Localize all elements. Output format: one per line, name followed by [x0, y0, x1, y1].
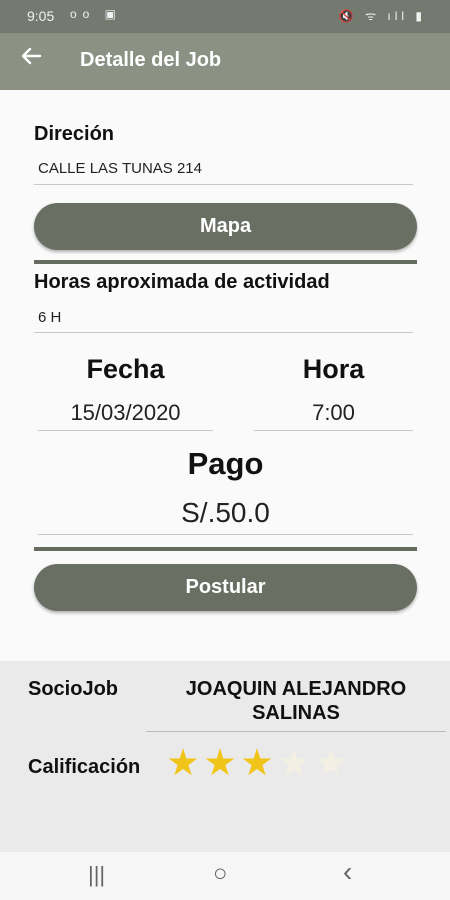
page-title: Detalle del Job [80, 49, 222, 71]
sociojob-label: SocioJob [28, 678, 119, 700]
notification-icons: oo ▣ [70, 7, 123, 21]
hora-label: Hora [302, 354, 365, 384]
back-icon[interactable]: ‹ [343, 856, 352, 888]
divider [34, 260, 417, 264]
star-filled-icon[interactable] [242, 748, 272, 776]
app-bar: Detalle del Job [0, 33, 450, 90]
fecha-label: Fecha [86, 354, 165, 384]
system-status-icons: 🔇 ᯤ ıll ▮ [338, 9, 426, 23]
direccion-field[interactable]: CALLE LAS TUNAS 214 [34, 160, 413, 185]
postular-button[interactable]: Postular [34, 564, 417, 611]
divider [34, 547, 417, 551]
sociojob-name: JOAQUIN ALEJANDRO SALINAS [146, 677, 446, 732]
home-icon[interactable]: ○ [213, 860, 228, 888]
system-nav-bar: ||| ○ ‹ [0, 852, 450, 900]
rating-stars[interactable] [168, 748, 353, 780]
star-empty-icon[interactable] [279, 748, 309, 776]
status-time: 9:05 [27, 8, 55, 24]
mapa-button[interactable]: Mapa [34, 203, 417, 250]
recents-icon[interactable]: ||| [88, 862, 105, 888]
star-filled-icon[interactable] [205, 748, 235, 776]
star-empty-icon[interactable] [316, 748, 346, 776]
star-filled-icon[interactable] [168, 748, 198, 776]
direccion-label: Direción [34, 123, 115, 145]
horas-label: Horas aproximada de actividad [34, 271, 330, 293]
horas-field[interactable]: 6 H [34, 309, 413, 333]
status-bar: 9:05 oo ▣ 🔇 ᯤ ıll ▮ [0, 0, 450, 33]
back-arrow-icon[interactable] [20, 45, 42, 74]
calificacion-label: Calificación [28, 756, 141, 778]
hora-field[interactable]: 7:00 [254, 400, 413, 431]
pago-label: Pago [187, 446, 264, 481]
fecha-field[interactable]: 15/03/2020 [38, 400, 213, 431]
pago-field[interactable]: S/.50.0 [38, 497, 413, 535]
